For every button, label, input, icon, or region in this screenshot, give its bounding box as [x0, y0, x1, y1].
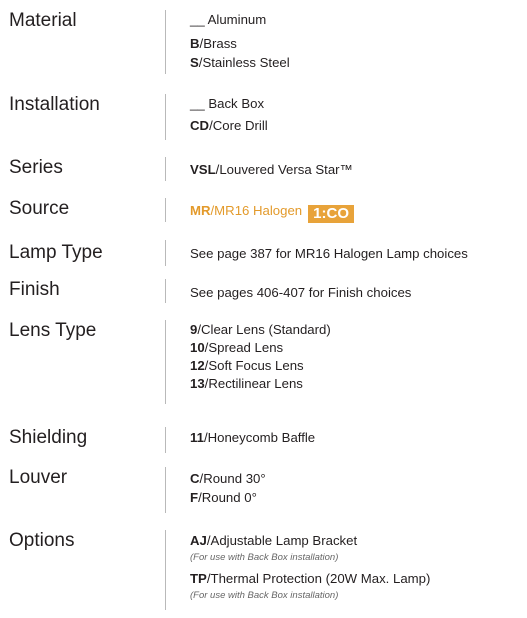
lens-option-spread[interactable]: 10/Spread Lens: [190, 340, 283, 356]
shielding-divider: [165, 427, 166, 453]
lens-option-rectilinear[interactable]: 13/Rectilinear Lens: [190, 376, 303, 392]
louver-divider: [165, 467, 166, 513]
source-label: Source: [9, 198, 70, 219]
material-option-aluminum[interactable]: __ Aluminum: [190, 12, 266, 28]
series-option-vsl[interactable]: VSL/Louvered Versa Star™: [190, 162, 353, 178]
material-option-brass[interactable]: B/Brass: [190, 36, 237, 52]
shielding-option-honeycomb[interactable]: 11/Honeycomb Baffle: [190, 430, 315, 446]
shielding-label: Shielding: [9, 427, 88, 448]
material-option-stainless[interactable]: S/Stainless Steel: [190, 55, 290, 71]
installation-divider: [165, 94, 166, 140]
lamp-type-label: Lamp Type: [9, 242, 103, 263]
options-divider: [165, 530, 166, 610]
lamp-type-text: See page 387 for MR16 Halogen Lamp choic…: [190, 246, 468, 261]
finish-divider: [165, 279, 166, 303]
source-option-mr16[interactable]: MR/MR16 Halogen 1:CO: [190, 203, 354, 223]
installation-label: Installation: [9, 94, 100, 115]
lens-type-divider: [165, 320, 166, 404]
options-label: Options: [9, 530, 75, 551]
lens-option-clear[interactable]: 9/Clear Lens (Standard): [190, 322, 331, 338]
louver-label: Louver: [9, 467, 68, 488]
option-thermal-protection[interactable]: TP/Thermal Protection (20W Max. Lamp): [190, 571, 430, 587]
ratio-badge: 1:CO: [308, 205, 354, 223]
lens-option-soft-focus[interactable]: 12/Soft Focus Lens: [190, 358, 304, 374]
option-adjustable-bracket[interactable]: AJ/Adjustable Lamp Bracket: [190, 533, 357, 549]
option-adjustable-bracket-note: (For use with Back Box installation): [190, 552, 339, 563]
source-divider: [165, 198, 166, 222]
installation-option-back-box[interactable]: __ Back Box: [190, 96, 264, 112]
louver-option-round-0[interactable]: F/Round 0°: [190, 490, 257, 506]
installation-option-core-drill[interactable]: CD/Core Drill: [190, 118, 268, 134]
lamp-type-divider: [165, 240, 166, 266]
material-divider: [165, 10, 166, 74]
material-label: Material: [9, 10, 77, 31]
finish-text: See pages 406-407 for Finish choices: [190, 285, 412, 300]
series-label: Series: [9, 157, 63, 178]
option-thermal-protection-note: (For use with Back Box installation): [190, 590, 339, 601]
louver-option-round-30[interactable]: C/Round 30°: [190, 471, 266, 487]
finish-label: Finish: [9, 279, 60, 300]
lens-type-label: Lens Type: [9, 320, 97, 341]
series-divider: [165, 157, 166, 181]
